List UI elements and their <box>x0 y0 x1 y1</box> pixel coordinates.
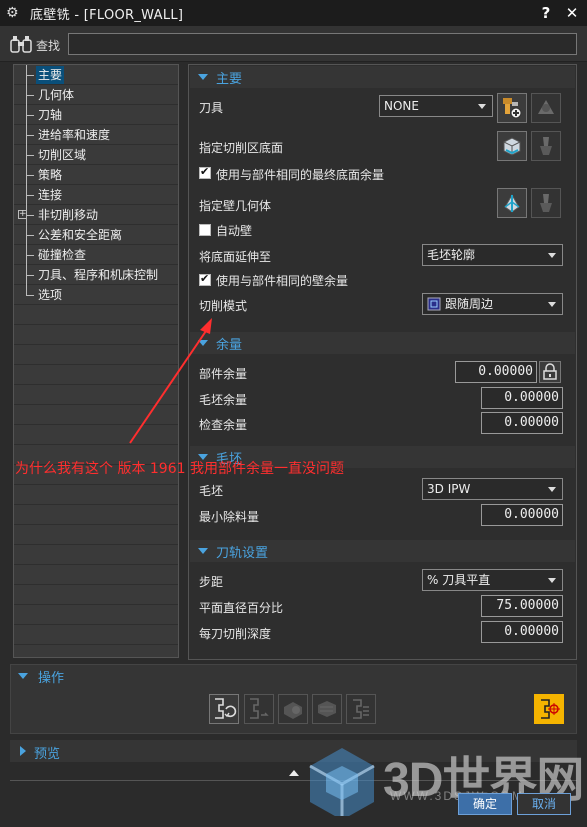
annotation-text: 为什么我有这个 版本 1961 我用部件余量一直没问题 <box>15 461 344 477</box>
expand-icon[interactable]: + <box>18 210 27 219</box>
annotation-arrow <box>129 318 212 444</box>
